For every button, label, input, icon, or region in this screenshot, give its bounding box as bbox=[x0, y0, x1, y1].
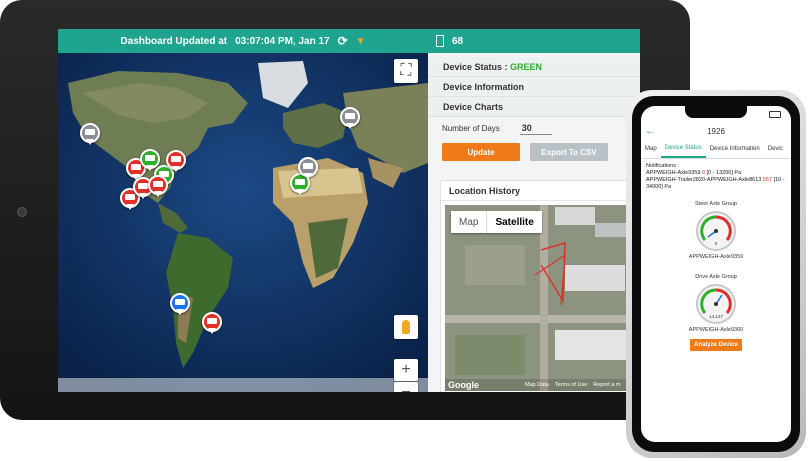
device-charts-section[interactable]: Device Charts bbox=[428, 97, 640, 117]
notif-value: 0 bbox=[701, 170, 706, 176]
drive-axle-group: Drive Axle Group 14,127 APPWEIGH-Axle936… bbox=[641, 274, 791, 333]
world-map-graphic bbox=[58, 53, 428, 392]
notifications-block: Notifications : APPWEIGH-Axle9359 0 [0 -… bbox=[641, 159, 791, 191]
phone-bezel: ← 1926 Map Device Status Device Informat… bbox=[632, 96, 800, 452]
chart-actions: Update Export To CSV bbox=[428, 143, 640, 161]
number-of-days-row: Number of Days 30 bbox=[428, 117, 640, 139]
drive-axle-title: Drive Axle Group bbox=[695, 274, 737, 280]
fullscreen-button[interactable]: ⛶ bbox=[394, 59, 418, 83]
notif-range: [0 - 13200] Pa bbox=[706, 170, 742, 176]
device-information-section[interactable]: Device Information bbox=[428, 77, 640, 97]
drive-axle-device: APPWEIGH-Axle9360 bbox=[688, 327, 744, 333]
vehicle-pin[interactable] bbox=[298, 157, 318, 179]
dashboard-header: Dashboard Updated at 03:07:04 PM, Jan 17… bbox=[58, 29, 428, 53]
device-status-value: GREEN bbox=[510, 61, 543, 72]
street-view-pegman-icon[interactable] bbox=[394, 315, 418, 339]
steer-axle-group: Steer Axle Group 0 APPWEIGH-Axle9359 bbox=[641, 201, 791, 260]
tablet-camera bbox=[17, 207, 27, 217]
steer-axle-device: APPWEIGH-Axle9359 bbox=[688, 254, 744, 260]
map-footer: Google Map Data Terms of Use Report a m bbox=[445, 379, 640, 391]
vehicle-pin[interactable] bbox=[148, 175, 168, 197]
device-status-label: Device Status : bbox=[443, 61, 508, 72]
steer-gauge-value: 0 bbox=[714, 241, 718, 246]
device-header: 68 bbox=[428, 29, 640, 53]
notif-device: APPWEIGH-Trailer2820-APPWEIGH-Axle8613 bbox=[646, 177, 762, 183]
number-of-days-label: Number of Days bbox=[442, 123, 500, 133]
tab-device-information[interactable]: Device Information bbox=[706, 140, 764, 158]
phone-notch bbox=[685, 106, 747, 118]
back-arrow-icon[interactable]: ← bbox=[645, 126, 655, 137]
number-of-days-input[interactable]: 30 bbox=[519, 122, 552, 135]
notification-line: APPWEIGH-Trailer2820-APPWEIGH-Axle8613 5… bbox=[646, 177, 786, 191]
drive-axle-gauge[interactable]: 14,127 bbox=[696, 284, 736, 324]
zoom-in-button[interactable]: + bbox=[394, 359, 418, 381]
mobile-icon bbox=[436, 35, 444, 47]
world-satellite-map[interactable]: ⛶ + − bbox=[58, 53, 428, 392]
tab-device-status[interactable]: Device Status bbox=[660, 140, 706, 158]
vehicle-pin[interactable] bbox=[80, 123, 100, 145]
dashboard-updated-label: Dashboard Updated at bbox=[120, 35, 228, 47]
fleet-map-pane: Dashboard Updated at 03:07:04 PM, Jan 17… bbox=[58, 29, 428, 392]
battery-icon bbox=[769, 110, 781, 118]
phone-tab-bar: Map Device Status Device Information Dev… bbox=[641, 140, 791, 159]
vehicle-pin[interactable] bbox=[170, 293, 190, 315]
terms-link[interactable]: Terms of Use bbox=[555, 382, 587, 388]
update-button[interactable]: Update bbox=[442, 143, 520, 161]
phone-title-bar: ← 1926 bbox=[641, 122, 791, 140]
map-type-map[interactable]: Map bbox=[451, 211, 486, 233]
tablet-screen: Dashboard Updated at 03:07:04 PM, Jan 17… bbox=[58, 29, 640, 392]
report-link[interactable]: Report a m bbox=[593, 382, 620, 388]
analyze-device-button[interactable]: Analyze Device bbox=[690, 339, 742, 351]
vehicle-pin[interactable] bbox=[340, 107, 360, 129]
device-id: 68 bbox=[452, 35, 464, 47]
map-type-toggle: Map Satellite bbox=[451, 211, 542, 233]
export-csv-button[interactable]: Export To CSV bbox=[530, 143, 608, 161]
device-status-row[interactable]: Device Status : GREEN bbox=[428, 57, 640, 77]
phone-title: 1926 bbox=[707, 126, 725, 136]
notif-device: APPWEIGH-Axle9359 bbox=[646, 170, 701, 176]
steer-axle-title: Steer Axle Group bbox=[695, 201, 737, 207]
drive-gauge-value: 14,127 bbox=[709, 314, 723, 319]
zoom-out-button[interactable]: − bbox=[394, 382, 418, 392]
vehicle-pin[interactable] bbox=[166, 150, 186, 172]
notification-line: APPWEIGH-Axle9359 0 [0 - 13200] Pa bbox=[646, 170, 786, 177]
refresh-icon[interactable]: ⟳ bbox=[338, 34, 348, 48]
map-data-link[interactable]: Map Data bbox=[525, 382, 549, 388]
location-history-map[interactable]: Map Satellite Google Map Data Terms of U… bbox=[445, 205, 640, 391]
tab-devices[interactable]: Devic bbox=[764, 140, 787, 158]
notif-value: 557 bbox=[762, 177, 773, 183]
location-history-title: Location History bbox=[441, 181, 640, 201]
map-type-satellite[interactable]: Satellite bbox=[486, 211, 541, 233]
notifications-label: Notifications : bbox=[646, 163, 680, 169]
phone-device: ← 1926 Map Device Status Device Informat… bbox=[626, 90, 806, 458]
phone-screen: ← 1926 Map Device Status Device Informat… bbox=[641, 106, 791, 442]
vehicle-pin[interactable] bbox=[202, 312, 222, 334]
device-detail-pane: 68 Device Status : GREEN Device Informat… bbox=[428, 29, 640, 392]
steer-axle-gauge[interactable]: 0 bbox=[696, 211, 736, 251]
tab-map[interactable]: Map bbox=[641, 140, 661, 158]
dashboard-timestamp: 03:07:04 PM, Jan 17 bbox=[235, 35, 330, 47]
google-logo: Google bbox=[448, 380, 479, 390]
tablet-device: Dashboard Updated at 03:07:04 PM, Jan 17… bbox=[0, 0, 690, 420]
location-history-card: Location History Map Satellite Google Ma… bbox=[440, 180, 640, 392]
filter-icon[interactable]: ▼ bbox=[356, 36, 366, 47]
